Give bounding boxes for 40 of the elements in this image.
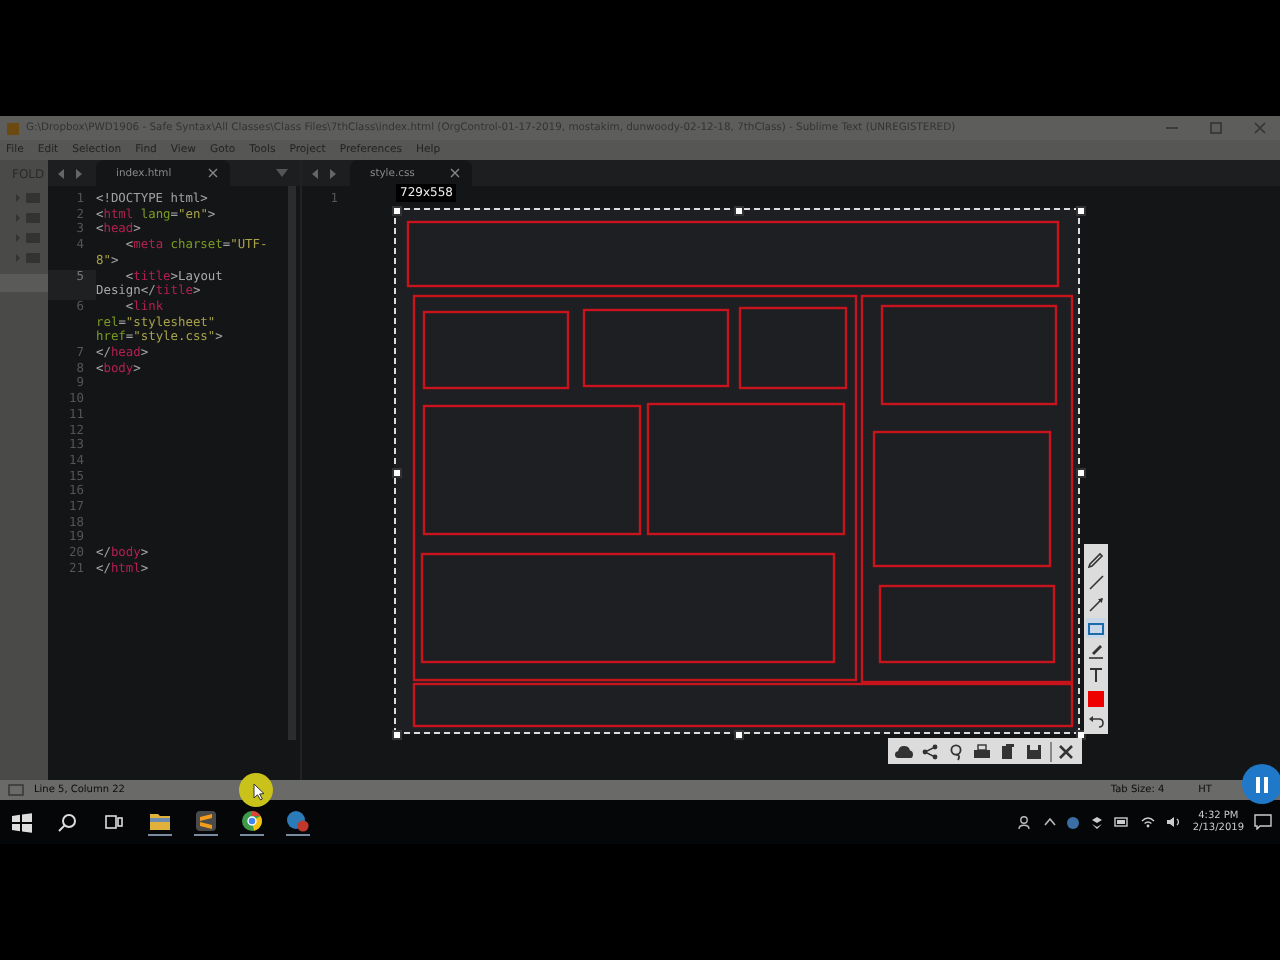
notification-icon[interactable] — [1254, 814, 1272, 830]
navigation-arrows-icon[interactable] — [310, 167, 338, 179]
battery-icon[interactable] — [1114, 816, 1131, 828]
resize-handle[interactable] — [392, 206, 402, 216]
app-icon — [6, 121, 20, 135]
resize-handle[interactable] — [392, 730, 402, 740]
resize-handle[interactable] — [734, 206, 744, 216]
color-swatch[interactable] — [1086, 687, 1106, 708]
people-icon[interactable] — [1018, 814, 1035, 830]
cursor-highlight-icon — [238, 772, 274, 808]
arrow-tool-icon[interactable] — [1086, 594, 1106, 615]
pencil-icon[interactable] — [1086, 548, 1106, 568]
resize-handle[interactable] — [734, 730, 744, 740]
app-icon[interactable] — [286, 809, 310, 835]
app-icon[interactable] — [240, 809, 264, 835]
resize-handle[interactable] — [392, 468, 402, 478]
cloud-icon[interactable] — [894, 741, 914, 761]
windows-logo-icon[interactable] — [10, 811, 34, 833]
line-tool-icon[interactable] — [1086, 571, 1106, 592]
resize-handle[interactable] — [1076, 206, 1086, 216]
close-icon[interactable] — [207, 168, 218, 178]
close-icon[interactable] — [1050, 741, 1076, 761]
app-icon[interactable] — [194, 809, 218, 835]
task-view-icon[interactable] — [102, 811, 126, 833]
wifi-icon[interactable] — [1140, 816, 1157, 828]
marker-icon[interactable] — [1086, 640, 1106, 661]
close-icon[interactable] — [450, 168, 461, 178]
copy-icon[interactable] — [998, 741, 1018, 761]
navigation-arrows-icon[interactable] — [56, 167, 84, 179]
save-icon[interactable] — [1024, 741, 1044, 761]
rectangle-tool-icon[interactable] — [1086, 617, 1106, 638]
share-icon[interactable] — [920, 741, 940, 761]
resize-handle[interactable] — [1076, 468, 1086, 478]
print-icon[interactable] — [972, 741, 992, 761]
text-tool-icon[interactable] — [1086, 663, 1106, 684]
folder-icon[interactable] — [148, 809, 172, 835]
caret-icon[interactable] — [1044, 816, 1057, 828]
pause-icon — [1254, 775, 1270, 793]
speaker-icon[interactable] — [1166, 816, 1183, 828]
undo-icon[interactable] — [1086, 710, 1106, 731]
